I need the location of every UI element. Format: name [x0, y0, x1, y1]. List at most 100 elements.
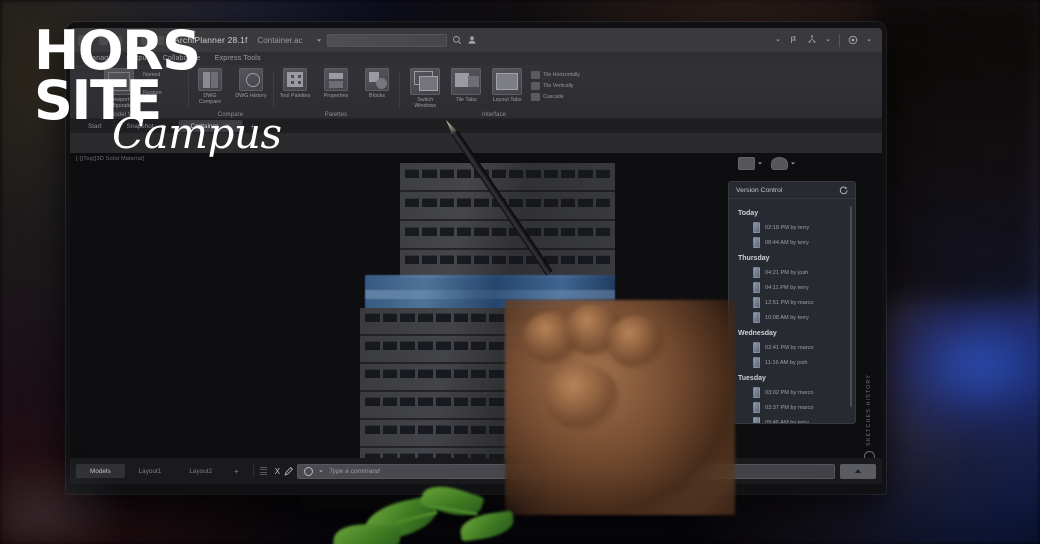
ribbon-tab-express-tools[interactable]: Express Tools: [215, 55, 261, 62]
version-entry[interactable]: 12:51 PM by marco: [729, 295, 855, 310]
item-label: Tile Vertically: [543, 83, 574, 89]
chevron-down-icon[interactable]: [319, 470, 324, 472]
tile-vertical-icon: [531, 82, 541, 90]
chevron-down-icon[interactable]: [867, 39, 871, 41]
layout-tab-layout2[interactable]: Layout2: [175, 464, 226, 478]
drawing-viewport[interactable]: [-][Top][3D Solid Material] Version Cont…: [70, 153, 882, 458]
search-area[interactable]: [316, 33, 477, 47]
named-label[interactable]: Named: [143, 72, 162, 78]
pen-icon[interactable]: [284, 466, 294, 476]
document-tab-strip[interactable]: Start Snapshot ✕ Container ✕ +: [70, 119, 882, 133]
tile-vertically-item[interactable]: Tile Vertically: [531, 82, 580, 90]
layout-tabs-button[interactable]: Layout Tabs: [490, 68, 524, 103]
title-bar-right[interactable]: [775, 33, 874, 47]
view-style-dropdown[interactable]: [738, 157, 763, 170]
open-icon[interactable]: [113, 35, 122, 45]
tool-palettes-button[interactable]: Tool Palettes: [278, 68, 312, 99]
layout-tab-layout1[interactable]: Layout1: [125, 464, 176, 478]
command-expand-button[interactable]: [840, 463, 876, 479]
version-label: 03:37 PM by marco: [765, 404, 814, 411]
ribbon-tab-manage[interactable]: Manage: [86, 55, 113, 62]
add-layout-tab-button[interactable]: +: [226, 467, 247, 476]
new-icon[interactable]: [99, 35, 108, 45]
help-icon[interactable]: [848, 35, 858, 45]
command-target-icon[interactable]: [304, 466, 314, 476]
ribbon-tab-bar[interactable]: Manage Output Collaborate Express Tools: [70, 52, 882, 65]
chevron-down-icon[interactable]: [776, 39, 780, 41]
version-thumbnail: [753, 387, 760, 398]
version-label: 02:18 PM by terry: [765, 224, 810, 231]
version-entry[interactable]: 02:18 PM by terry: [729, 220, 855, 235]
tile-tabs-button[interactable]: Tile Tabs: [449, 68, 483, 103]
version-thumbnail: [753, 267, 760, 278]
viewport-config-label[interactable]: [-][Top][3D Solid Material]: [76, 156, 144, 162]
chevron-down-icon[interactable]: [317, 38, 322, 42]
named-viewport-commands[interactable]: Named Join Restore: [143, 68, 162, 96]
visual-style-dropdown[interactable]: [771, 157, 796, 170]
dwg-compare-button[interactable]: DWG Compare: [193, 68, 227, 105]
version-entry[interactable]: 04:11 PM by terry: [729, 280, 855, 295]
version-entry[interactable]: 03:02 PM by marco: [729, 385, 855, 400]
ribbon-group-interface: Switch Windows Tile Tabs Layout Tabs Til…: [399, 68, 589, 119]
tile-options-list[interactable]: Tile Horizontally Tile Vertically Cascad…: [531, 68, 580, 101]
window-grid-upper: [400, 163, 615, 278]
version-control-panel[interactable]: Version Control Today 02:18 PM by terry: [728, 181, 856, 424]
switch-windows-button[interactable]: Switch Windows: [408, 68, 442, 109]
button-label: Properties: [323, 93, 349, 99]
close-icon[interactable]: ✕: [225, 123, 230, 130]
ribbon-tab-output[interactable]: Output: [127, 55, 149, 62]
document-tab-snapshot[interactable]: Snapshot ✕: [115, 120, 179, 132]
viewport-configuration-button[interactable]: Viewport Configuration: [102, 68, 136, 109]
dwg-history-button[interactable]: DWG History: [234, 68, 268, 99]
refresh-icon[interactable]: [839, 186, 848, 195]
panel-scrollbar[interactable]: [850, 206, 852, 407]
blocks-icon: [365, 68, 389, 91]
dwg-compare-icon: [198, 68, 222, 91]
tile-horizontally-item[interactable]: Tile Horizontally: [531, 71, 580, 79]
join-label[interactable]: Join: [143, 81, 162, 87]
viewport-tool-buttons[interactable]: [738, 157, 796, 170]
version-group-day: Thursday: [738, 255, 770, 262]
properties-button[interactable]: Properties: [319, 68, 353, 99]
chevron-down-icon[interactable]: [826, 39, 830, 41]
version-entry[interactable]: 02:41 PM by marco: [729, 340, 855, 355]
restore-label[interactable]: Restore: [143, 90, 162, 96]
sketches-history-rail[interactable]: SKETCHES HISTORY: [858, 353, 880, 458]
version-label: 08:44 AM by terry: [765, 239, 809, 246]
version-entry[interactable]: 04:21 PM by josh: [729, 265, 855, 280]
save-icon[interactable]: [127, 35, 136, 45]
search-input[interactable]: [327, 33, 448, 47]
close-icon[interactable]: ✕: [161, 123, 166, 130]
app-logo-icon[interactable]: [78, 34, 89, 46]
version-entry[interactable]: 10:08 AM by terry: [729, 310, 855, 325]
chevron-down-icon[interactable]: [757, 162, 763, 165]
add-document-tab-button[interactable]: +: [243, 122, 262, 131]
version-control-list[interactable]: Today 02:18 PM by terry 08:44 AM by terr…: [729, 199, 855, 423]
version-entry[interactable]: 08:44 AM by terry: [729, 235, 855, 250]
share-icon[interactable]: [789, 35, 799, 45]
chevron-up-icon: [855, 469, 861, 473]
account-icon[interactable]: [467, 35, 477, 45]
version-group-day: Wednesday: [738, 330, 777, 337]
tile-tabs-icon: [451, 68, 482, 95]
search-icon[interactable]: [452, 35, 462, 45]
blocks-button[interactable]: Blocks: [360, 68, 394, 99]
version-entry[interactable]: 09:46 AM by terry: [729, 415, 855, 423]
ribbon-tab-collaborate[interactable]: Collaborate: [163, 55, 201, 62]
close-command-icon[interactable]: X: [275, 467, 280, 476]
version-entry[interactable]: 03:37 PM by marco: [729, 400, 855, 415]
document-tab-start[interactable]: Start: [76, 120, 115, 132]
tab-label: Snapshot: [126, 122, 154, 130]
network-icon[interactable]: [807, 35, 817, 45]
version-entry[interactable]: 11:16 AM by josh: [729, 355, 855, 370]
document-tab-container[interactable]: Container ✕: [178, 120, 244, 132]
undo-icon[interactable]: [141, 35, 150, 45]
command-line-grip[interactable]: [259, 466, 267, 476]
version-thumbnail: [753, 417, 760, 423]
item-label: Cascade: [543, 94, 564, 100]
cascade-item[interactable]: Cascade: [531, 93, 580, 101]
quick-access-toolbar[interactable]: [99, 35, 164, 45]
chevron-down-icon[interactable]: [790, 162, 796, 165]
redo-icon[interactable]: [155, 35, 164, 45]
group-name: Palettes: [324, 112, 348, 118]
